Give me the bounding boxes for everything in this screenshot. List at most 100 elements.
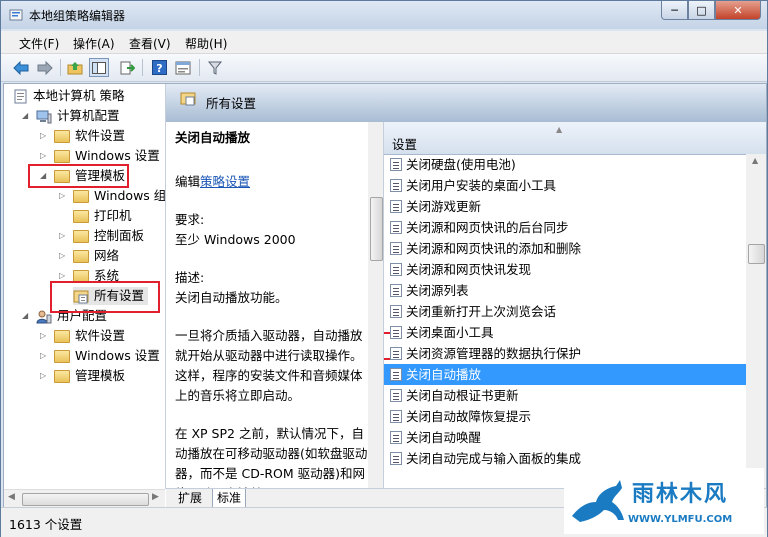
menu-help[interactable]: 帮助(H) [185,35,227,52]
requirements-value: 至少 Windows 2000 [175,232,296,247]
settings-row[interactable]: 关闭资源管理器的数据执行保护 [384,343,746,364]
details-header: 所有设置 [166,84,766,122]
settings-row[interactable]: 关闭游戏更新 [384,196,746,217]
tree-root-label: 本地计算机 策略 [33,88,125,103]
policy-setting-icon [390,158,402,171]
tree-user-windows[interactable]: ▷ Windows 设置 [40,347,160,365]
filter-button[interactable] [205,58,225,77]
tree-admin-printers[interactable]: 打印机 [73,207,132,225]
folder-icon [54,150,70,163]
close-button[interactable]: ✕ [715,1,761,20]
tab-extended[interactable]: 扩展 [174,489,206,507]
policy-setting-icon [390,284,402,297]
settings-scrollbar[interactable]: ▲ [746,154,766,488]
expanded-arrow-icon[interactable]: ◢ [22,107,28,125]
settings-scroll-thumb[interactable] [748,244,765,264]
policy-setting-icon [390,410,402,423]
tree-user-admin-templates[interactable]: ▷ 管理模板 [40,367,125,385]
tree-admin-network[interactable]: ▷ 网络 [59,247,119,265]
collapsed-arrow-icon[interactable]: ▷ [40,347,46,365]
tree-user-software[interactable]: ▷ 软件设置 [40,327,125,345]
collapsed-arrow-icon[interactable]: ▷ [40,147,46,165]
tree-comp-windows[interactable]: ▷ Windows 设置 [40,147,160,165]
watermark-logo: 雨林木风 WWW.YLMFU.COM [564,468,764,534]
settings-row[interactable]: 关闭重新打开上次浏览会话 [384,301,746,322]
content-area: 本地计算机 策略 ◢ 计算机配置 ▷ 软件设置 ▷ Windows 设置 ◢ 管… [3,83,767,508]
collapsed-arrow-icon[interactable]: ▷ [59,187,65,205]
settings-row[interactable]: 关闭自动唤醒 [384,427,746,448]
properties-button[interactable] [173,58,193,77]
tab-standard[interactable]: 标准 [212,489,247,508]
scroll-up-icon[interactable]: ▲ [752,156,758,165]
collapsed-arrow-icon[interactable]: ▷ [40,327,46,345]
policy-setting-icon [390,221,402,234]
collapsed-arrow-icon[interactable]: ▷ [40,367,46,385]
highlight-box-autoplay [384,332,390,360]
tree-admin-windows[interactable]: ▷ Windows 组 [59,187,165,205]
policy-setting-icon [390,347,402,360]
policy-editor-icon [9,9,23,21]
scroll-left-icon[interactable]: ◀ [8,492,15,502]
all-settings-folder-icon [180,92,196,106]
description-scroll-thumb[interactable] [370,197,383,261]
settings-column-header[interactable]: ▲ 设置 [384,122,766,155]
tree-comp-software[interactable]: ▷ 软件设置 [40,127,125,145]
export-list-button[interactable] [117,58,137,77]
window-title: 本地组策略编辑器 [29,9,126,23]
maximize-button[interactable]: □ [688,1,715,20]
tree-scroll-thumb[interactable] [22,493,149,506]
menu-file[interactable]: 文件(F) [19,35,59,52]
tree-computer-config[interactable]: ◢ 计算机配置 [22,107,120,125]
caption-buttons: ─ □ ✕ [661,1,761,21]
settings-row[interactable]: 关闭自动完成与输入面板的集成 [384,448,746,469]
watermark-url: WWW.YLMFU.COM [628,514,733,525]
edit-policy-link[interactable]: 策略设置 [200,174,250,189]
settings-row[interactable]: 关闭自动根证书更新 [384,385,746,406]
tree-horizontal-scrollbar[interactable]: ◀ ▶ [4,489,165,507]
policy-setting-icon [390,431,402,444]
settings-row[interactable]: 关闭桌面小工具 [384,322,746,343]
status-text: 1613 个设置 [9,517,83,532]
folder-icon [54,330,70,343]
edit-policy-line: 编辑策略设置 [175,172,370,192]
main-window: 本地组策略编辑器 ─ □ ✕ 文件(F) 操作(A) 查看(V) 帮助(H) ?… [0,0,768,537]
settings-row[interactable]: 关闭源和网页快讯的后台同步 [384,217,746,238]
tree-root[interactable]: 本地计算机 策略 [14,87,124,105]
policy-setting-icon [390,263,402,276]
settings-row[interactable]: 关闭源和网页快讯的添加和删除 [384,238,746,259]
menu-action[interactable]: 操作(A) [73,35,115,52]
highlight-box-all-settings [50,281,160,313]
title-bar[interactable]: 本地组策略编辑器 ─ □ ✕ [1,1,767,29]
back-button[interactable] [11,58,31,77]
description-paragraph-2: 在 XP SP2 之前，默认情况下，自动播放在可移动驱动器(如软盘驱动器，而不是… [175,426,368,488]
settings-row[interactable]: 关闭用户安装的桌面小工具 [384,175,746,196]
settings-row[interactable]: 关闭自动故障恢复提示 [384,406,746,427]
collapsed-arrow-icon[interactable]: ▷ [59,227,65,245]
tree-user-windows-label: Windows 设置 [75,348,160,363]
minimize-button[interactable]: ─ [661,1,688,20]
policy-setting-icon [390,326,402,339]
show-hide-tree-button[interactable] [89,58,109,77]
help-button[interactable]: ? [149,58,169,77]
settings-row[interactable]: 关闭源和网页快讯发现 [384,259,746,280]
collapsed-arrow-icon[interactable]: ▷ [40,127,46,145]
settings-row-label: 关闭游戏更新 [406,199,482,214]
description-label: 描述: [175,270,205,285]
toolbar: ? [1,54,767,82]
collapsed-arrow-icon[interactable]: ▷ [59,247,65,265]
settings-row[interactable]: 关闭硬盘(使用电池) [384,154,746,175]
forward-button[interactable] [35,58,55,77]
settings-row-selected[interactable]: 关闭自动播放 [384,364,746,385]
scroll-right-icon[interactable]: ▶ [152,492,159,502]
computer-icon [36,110,52,123]
settings-row-label: 关闭源和网页快讯的添加和删除 [406,241,582,256]
menu-bar: 文件(F) 操作(A) 查看(V) 帮助(H) [1,31,767,54]
menu-view[interactable]: 查看(V) [129,35,171,52]
description-scrollbar[interactable] [368,122,383,488]
settings-row-label: 关闭源列表 [406,283,469,298]
expanded-arrow-icon[interactable]: ◢ [22,307,28,325]
settings-row[interactable]: 关闭源列表 [384,280,746,301]
tree-admin-control-panel[interactable]: ▷ 控制面板 [59,227,144,245]
policy-setting-icon [390,179,402,192]
up-folder-button[interactable] [65,58,85,77]
